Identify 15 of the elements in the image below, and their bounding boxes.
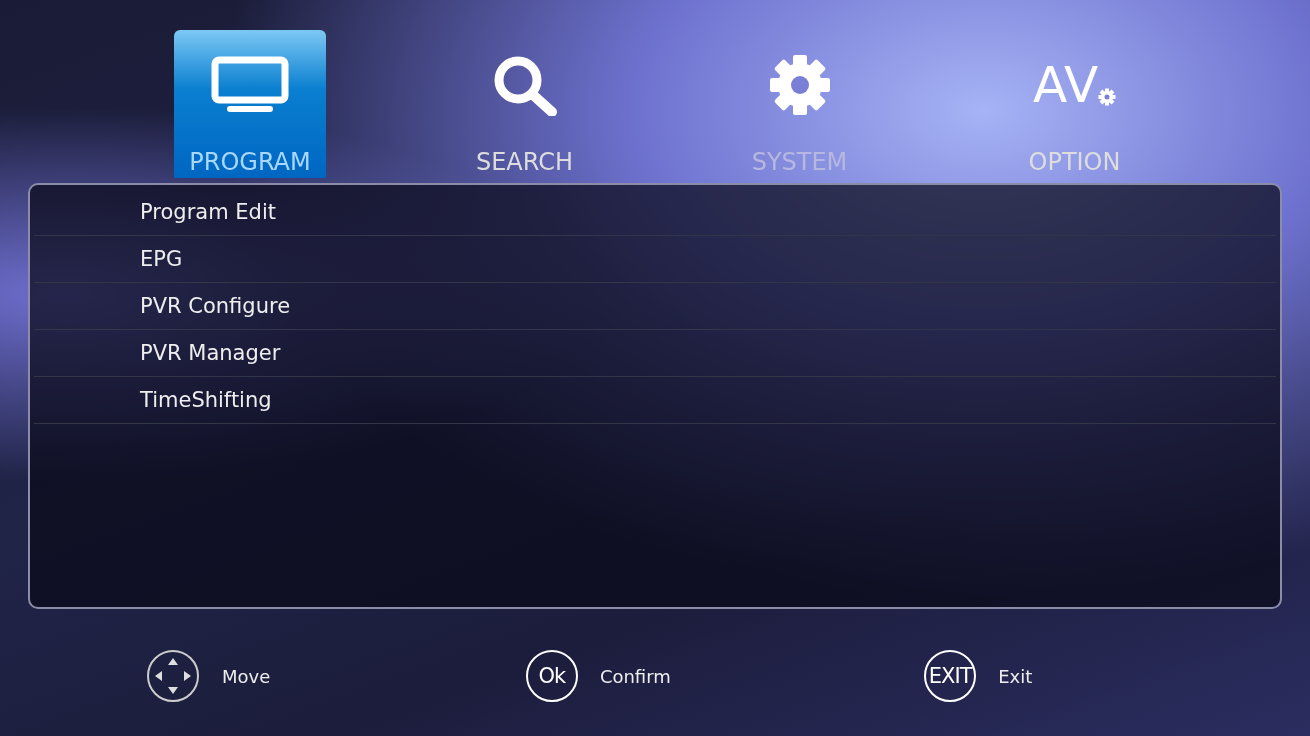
menu-item[interactable]: PVR Manager (34, 330, 1276, 377)
menu-tab[interactable]: PROGRAM (174, 30, 326, 178)
hint-label: Confirm (599, 665, 671, 687)
remote-key-icon: Ok (525, 650, 578, 702)
menu-item[interactable]: Program Edit (34, 189, 1276, 236)
menu-item[interactable]: EPG (34, 236, 1276, 283)
menu-tab[interactable]: SEARCH (387, 30, 662, 178)
dpad-icon (146, 649, 200, 703)
hint-label: Move (222, 665, 271, 687)
remote-key-icon: EXIT (924, 650, 977, 702)
menu-item[interactable]: PVR Configure (34, 283, 1276, 330)
gear-icon (768, 54, 831, 116)
hint-label: Exit (998, 665, 1033, 687)
menu-item[interactable]: TimeShifting (34, 377, 1276, 424)
monitor-icon (211, 56, 289, 114)
